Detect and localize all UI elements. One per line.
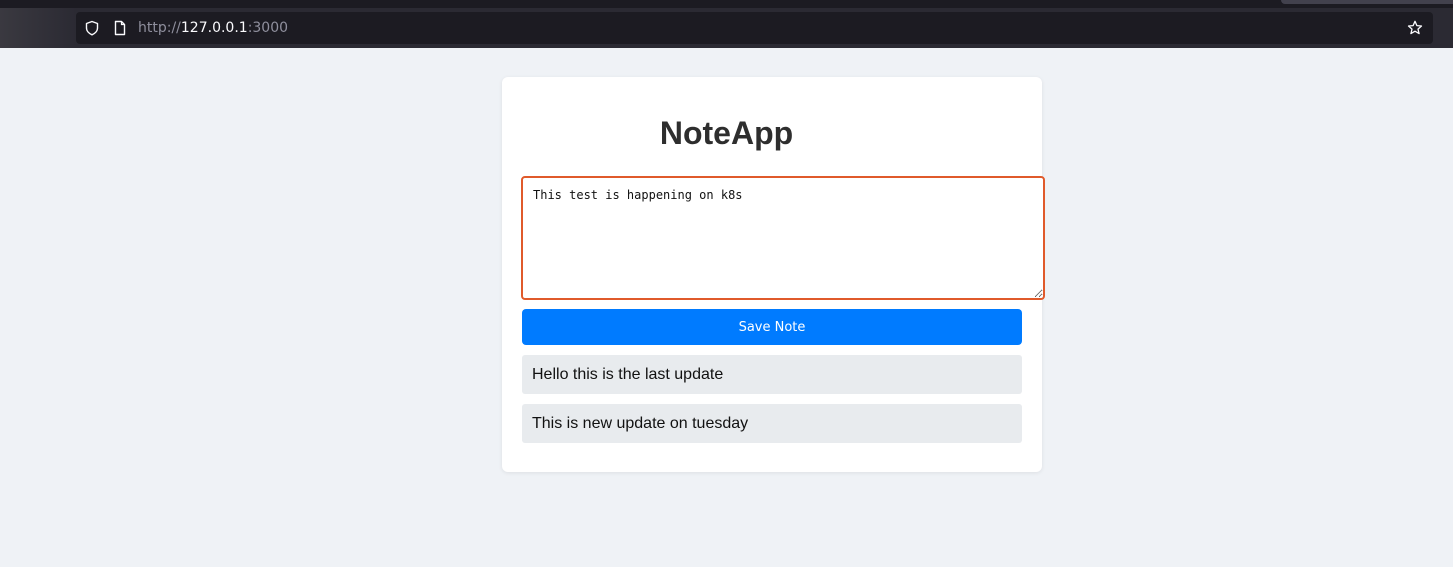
url-host: 127.0.0.1 (180, 20, 248, 36)
note-text: Hello this is the last update (532, 365, 724, 383)
url-bar[interactable]: http://127.0.0.1:3000 (76, 12, 1433, 44)
url-scheme: http:// (138, 20, 181, 36)
note-item: This is new update on tuesday (522, 404, 1022, 443)
tab-edge[interactable] (1281, 0, 1453, 4)
url-port: :3000 (247, 20, 289, 36)
page-icon[interactable] (112, 20, 128, 36)
toolbar-left-area (0, 8, 76, 48)
tab-strip (0, 0, 1453, 8)
save-note-button[interactable]: Save Note (522, 309, 1022, 345)
note-text: This is new update on tuesday (532, 414, 749, 432)
star-icon[interactable] (1407, 20, 1423, 36)
url-text[interactable]: http://127.0.0.1:3000 (138, 20, 288, 36)
note-input[interactable] (521, 176, 1045, 300)
note-item: Hello this is the last update (522, 355, 1022, 394)
shield-icon[interactable] (84, 20, 100, 36)
browser-toolbar: http://127.0.0.1:3000 (0, 0, 1453, 48)
page-title: NoteApp (659, 115, 794, 151)
